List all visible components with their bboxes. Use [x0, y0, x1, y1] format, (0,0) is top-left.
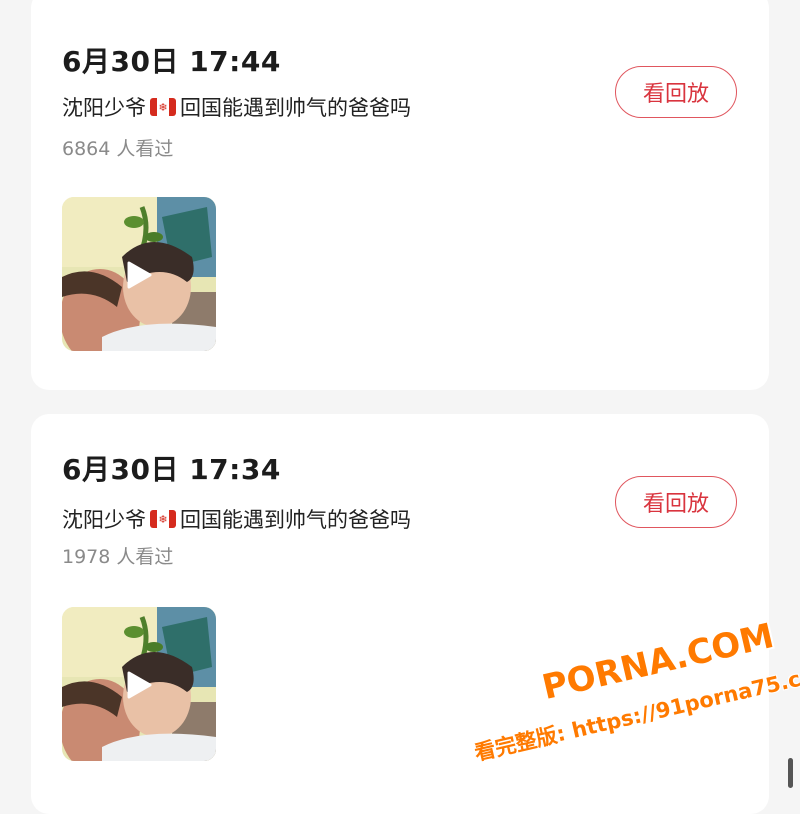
flag-canada-icon: ❄ [150, 98, 176, 116]
watch-replay-button[interactable]: 看回放 [615, 66, 737, 118]
replay-date: 6月30日 17:44 [62, 45, 281, 78]
viewer-count: 6864 人看过 [62, 138, 174, 160]
replay-date: 6月30日 17:34 [62, 453, 281, 486]
replay-title-prefix: 沈阳少爷 [62, 508, 146, 532]
viewer-count: 1978 人看过 [62, 546, 174, 568]
play-icon [119, 257, 159, 293]
replay-card[interactable]: 6月30日 17:34 沈阳少爷 ❄ 回国能遇到帅气的爸爸吗 1978 人看过 … [31, 414, 769, 814]
replay-title-prefix: 沈阳少爷 [62, 96, 146, 120]
watch-replay-button[interactable]: 看回放 [615, 476, 737, 528]
video-thumbnail[interactable] [62, 197, 216, 351]
replay-title: 沈阳少爷 ❄ 回国能遇到帅气的爸爸吗 [62, 92, 411, 122]
replay-title-suffix: 回国能遇到帅气的爸爸吗 [180, 96, 411, 120]
video-thumbnail[interactable] [62, 607, 216, 761]
play-icon [119, 667, 159, 703]
scrollbar[interactable] [788, 758, 793, 788]
replay-card[interactable]: 6月30日 17:44 沈阳少爷 ❄ 回国能遇到帅气的爸爸吗 6864 人看过 … [31, 0, 769, 390]
replay-title-suffix: 回国能遇到帅气的爸爸吗 [180, 508, 411, 532]
flag-canada-icon: ❄ [150, 510, 176, 528]
replay-title: 沈阳少爷 ❄ 回国能遇到帅气的爸爸吗 [62, 504, 411, 534]
